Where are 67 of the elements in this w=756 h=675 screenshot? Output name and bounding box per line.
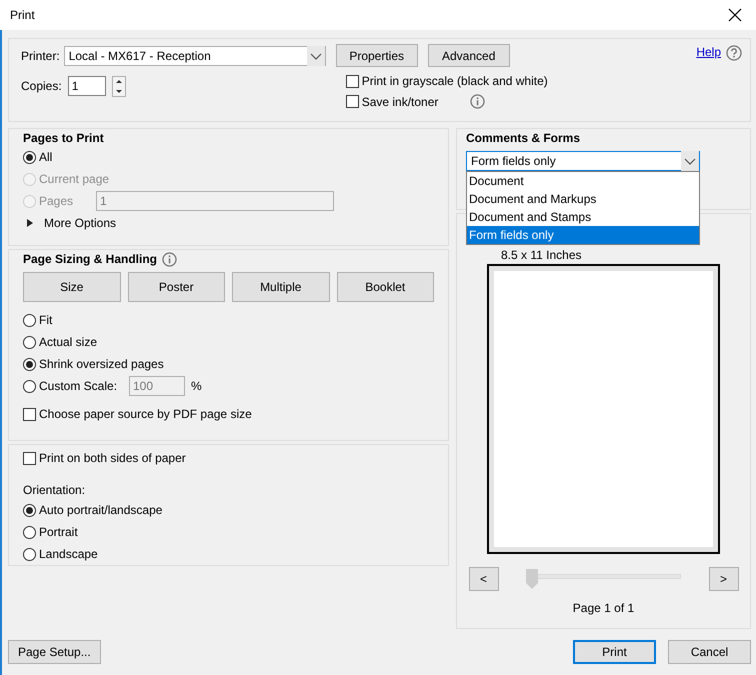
slider-thumb[interactable] — [526, 569, 538, 589]
dropdown-option[interactable]: Document and Markups — [467, 190, 699, 208]
page-slider[interactable] — [526, 569, 681, 589]
radio-label: All — [39, 150, 52, 164]
radio-label: Fit — [39, 313, 52, 327]
printer-dropdown[interactable]: Local - MX617 - Reception — [64, 46, 326, 66]
copies-label: Copies: — [21, 78, 62, 95]
previous-page-button[interactable]: < — [468, 567, 498, 591]
help-link[interactable]: Help — [696, 45, 721, 59]
radio-button[interactable] — [23, 548, 36, 560]
info-icon[interactable] — [470, 94, 486, 109]
radio-label: Auto portrait/landscape — [39, 503, 162, 517]
radio-button[interactable] — [23, 504, 36, 516]
dropdown-option[interactable]: Document — [467, 172, 699, 190]
percent-label: % — [191, 379, 202, 393]
copies-field[interactable]: 1 — [68, 76, 106, 96]
radio-label: Current page — [39, 172, 110, 186]
expand-arrow-icon[interactable] — [26, 218, 34, 228]
cancel-button[interactable]: Cancel — [668, 640, 751, 664]
orientation-label: Orientation: — [23, 483, 86, 497]
paper-size-label: 8.5 x 11 Inches — [501, 248, 582, 262]
next-page-button[interactable]: > — [708, 567, 738, 591]
dialog-button[interactable]: Advanced — [428, 44, 510, 67]
checkbox-label: Print on both sides of paper — [39, 451, 186, 465]
radio-button[interactable] — [23, 526, 36, 538]
comments-dropdown[interactable]: Form fields only — [466, 151, 700, 171]
print-button[interactable]: Print — [573, 640, 656, 664]
checkbox[interactable] — [23, 452, 36, 464]
radio-label: Custom Scale: — [39, 379, 118, 393]
radio-label: Landscape — [39, 547, 98, 561]
radio-button[interactable] — [23, 314, 36, 326]
checkbox-label: Print in grayscale (black and white) — [362, 74, 548, 88]
scale-field[interactable]: 100 — [129, 376, 185, 396]
page-count-label: Page 1 of 1 — [572, 601, 634, 615]
dialog-button[interactable]: Properties — [336, 44, 418, 67]
chevron-down-icon[interactable] — [306, 46, 325, 66]
section-title: Page Sizing & Handling — [23, 252, 158, 267]
radio-label: Portrait — [39, 525, 78, 539]
mode-button[interactable]: Poster — [128, 272, 225, 302]
spinner-control[interactable] — [112, 76, 126, 97]
radio-label: Actual size — [39, 335, 98, 349]
checkbox-label: Save ink/toner — [362, 94, 438, 108]
dropdown-option[interactable]: Form fields only — [467, 226, 699, 244]
chevron-down-icon[interactable] — [681, 151, 699, 171]
close-icon[interactable] — [728, 8, 742, 22]
radio-label: Pages — [39, 194, 74, 208]
page-setup-button[interactable]: Page Setup... — [8, 640, 101, 664]
help-icon[interactable] — [726, 45, 742, 61]
checkbox-label: Choose paper source by PDF page size — [39, 407, 252, 421]
dropdown-option[interactable]: Document and Stamps — [467, 208, 699, 226]
radio-button[interactable] — [23, 380, 36, 392]
window-title: Print — [10, 8, 35, 22]
section-title: Pages to Print — [23, 131, 105, 146]
mode-button[interactable]: Size — [23, 272, 120, 302]
more-options-label[interactable]: More Options — [44, 216, 116, 230]
checkbox[interactable] — [346, 95, 359, 108]
radio-label: Shrink oversized pages — [39, 357, 164, 371]
mode-button[interactable]: Booklet — [336, 272, 434, 302]
mode-button[interactable]: Multiple — [232, 272, 330, 302]
checkbox[interactable] — [346, 74, 359, 88]
radio-button[interactable] — [23, 358, 36, 370]
radio-button[interactable] — [23, 336, 36, 348]
section-title: Comments & Forms — [466, 131, 582, 146]
printer-label: Printer: — [21, 48, 60, 64]
info-icon[interactable] — [162, 252, 178, 267]
radio-button[interactable] — [23, 150, 36, 164]
checkbox[interactable] — [23, 408, 36, 420]
